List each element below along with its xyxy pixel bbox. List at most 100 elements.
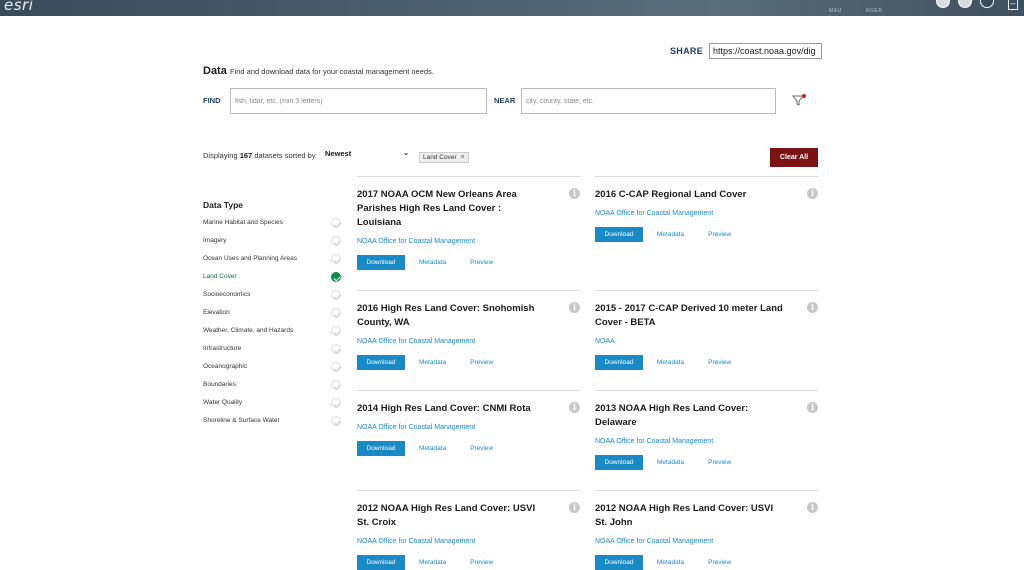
- home-icon[interactable]: [958, 0, 972, 8]
- active-filter-chip[interactable]: Land Cover ×: [419, 152, 469, 163]
- map-label: NGER: [866, 8, 883, 14]
- sidebar-item-ocean-uses[interactable]: Ocean Uses and Planning Areas: [203, 254, 343, 272]
- dataset-org-link[interactable]: NOAA Office for Coastal Management: [595, 538, 818, 545]
- divider: [595, 176, 818, 177]
- data-type-sidebar: Data Type Marine Habitat and Species Ima…: [203, 200, 343, 434]
- download-button[interactable]: Download: [357, 555, 405, 570]
- divider: [357, 290, 580, 291]
- sidebar-item-boundaries[interactable]: Boundaries: [203, 380, 343, 398]
- metadata-link[interactable]: Metadata: [419, 359, 446, 366]
- dataset-org-link[interactable]: NOAA Office for Coastal Management: [357, 538, 580, 545]
- info-icon[interactable]: i: [569, 188, 580, 199]
- dataset-title[interactable]: 2016 High Res Land Cover: Snohomish Coun…: [357, 302, 547, 330]
- dataset-title[interactable]: 2012 NOAA High Res Land Cover: USVI St. …: [595, 502, 785, 530]
- dataset-card: 2016 C-CAP Regional Land Cover i NOAA Of…: [595, 188, 818, 242]
- dataset-org-link[interactable]: NOAA Office for Coastal Management: [357, 338, 580, 345]
- info-icon[interactable]: i: [807, 302, 818, 313]
- preview-link[interactable]: Preview: [708, 359, 731, 366]
- globe-icon[interactable]: [936, 0, 950, 8]
- preview-link[interactable]: Preview: [470, 359, 493, 366]
- sidebar-item-elevation[interactable]: Elevation: [203, 308, 343, 326]
- dataset-card: 2017 NOAA OCM New Orleans Area Parishes …: [357, 188, 580, 270]
- dataset-title[interactable]: 2017 NOAA OCM New Orleans Area Parishes …: [357, 188, 547, 230]
- dataset-org-link[interactable]: NOAA: [595, 338, 818, 345]
- dataset-card: 2012 NOAA High Res Land Cover: USVI St. …: [357, 502, 580, 570]
- sidebar-item-weather[interactable]: Weather, Climate, and Hazards: [203, 326, 343, 344]
- sidebar-item-socioeconomics[interactable]: Socioeconomics: [203, 290, 343, 308]
- near-label: NEAR: [494, 96, 516, 105]
- page-subtitle: Find and download data for your coastal …: [230, 67, 434, 76]
- sidebar-item-water-quality[interactable]: Water Quality: [203, 398, 343, 416]
- sort-select[interactable]: Newest ⌄: [325, 149, 411, 161]
- clear-all-button[interactable]: Clear All: [770, 148, 818, 167]
- info-icon[interactable]: i: [569, 402, 580, 413]
- sidebar-item-marine-habitat[interactable]: Marine Habitat and Species: [203, 218, 343, 236]
- check-icon: [331, 290, 341, 300]
- dataset-title[interactable]: 2014 High Res Land Cover: CNMI Rota: [357, 402, 547, 416]
- metadata-link[interactable]: Metadata: [419, 259, 446, 266]
- metadata-link[interactable]: Metadata: [657, 231, 684, 238]
- download-button[interactable]: Download: [357, 355, 405, 370]
- info-icon[interactable]: i: [569, 502, 580, 513]
- dataset-org-link[interactable]: NOAA Office for Coastal Management: [357, 424, 580, 431]
- info-icon[interactable]: i: [807, 502, 818, 513]
- sidebar-item-infrastructure[interactable]: Infrastructure: [203, 344, 343, 362]
- metadata-link[interactable]: Metadata: [657, 459, 684, 466]
- chevron-down-icon: ⌄: [403, 150, 409, 157]
- esri-logo: esri: [4, 0, 34, 14]
- dataset-org-link[interactable]: NOAA Office for Coastal Management: [595, 438, 818, 445]
- metadata-link[interactable]: Metadata: [419, 559, 446, 566]
- locate-icon[interactable]: [980, 0, 994, 8]
- download-button[interactable]: Download: [357, 441, 405, 456]
- preview-link[interactable]: Preview: [470, 259, 493, 266]
- close-icon[interactable]: ×: [461, 154, 465, 161]
- results-count: 167: [239, 151, 253, 160]
- check-icon: [331, 380, 341, 390]
- filter-icon[interactable]: [792, 93, 806, 107]
- dataset-card: 2016 High Res Land Cover: Snohomish Coun…: [357, 302, 580, 370]
- download-button[interactable]: Download: [595, 455, 643, 470]
- preview-link[interactable]: Preview: [470, 445, 493, 452]
- preview-link[interactable]: Preview: [708, 559, 731, 566]
- dataset-title[interactable]: 2016 C-CAP Regional Land Cover: [595, 188, 785, 202]
- share-url-field[interactable]: https://coast.noaa.gov/dig: [709, 43, 823, 59]
- dataset-card: 2012 NOAA High Res Land Cover: USVI St. …: [595, 502, 818, 570]
- share-label: SHARE: [670, 46, 704, 56]
- download-button[interactable]: Download: [595, 227, 643, 242]
- divider: [357, 176, 580, 177]
- preview-link[interactable]: Preview: [470, 559, 493, 566]
- info-icon[interactable]: i: [807, 402, 818, 413]
- sidebar-item-imagery[interactable]: Imagery: [203, 236, 343, 254]
- preview-link[interactable]: Preview: [708, 459, 731, 466]
- metadata-link[interactable]: Metadata: [657, 359, 684, 366]
- check-icon: [331, 236, 341, 246]
- check-icon: [331, 398, 341, 408]
- collapse-icon[interactable]: –: [1008, 0, 1018, 10]
- find-input[interactable]: [230, 88, 487, 114]
- map-label: MAU: [829, 8, 842, 14]
- sidebar-item-land-cover[interactable]: Land Cover: [203, 272, 343, 290]
- sidebar-item-oceanographic[interactable]: Oceanographic: [203, 362, 343, 380]
- info-icon[interactable]: i: [807, 188, 818, 199]
- download-button[interactable]: Download: [357, 255, 405, 270]
- dataset-org-link[interactable]: NOAA Office for Coastal Management: [357, 238, 580, 245]
- dataset-title[interactable]: 2015 - 2017 C-CAP Derived 10 meter Land …: [595, 302, 785, 330]
- dataset-card: 2015 - 2017 C-CAP Derived 10 meter Land …: [595, 302, 818, 370]
- preview-link[interactable]: Preview: [708, 231, 731, 238]
- divider: [595, 390, 818, 391]
- info-icon[interactable]: i: [569, 302, 580, 313]
- dataset-org-link[interactable]: NOAA Office for Coastal Management: [595, 210, 818, 217]
- page-title: Data: [203, 65, 227, 77]
- metadata-link[interactable]: Metadata: [657, 559, 684, 566]
- sidebar-item-shoreline[interactable]: Shoreline & Surface Water: [203, 416, 343, 434]
- download-button[interactable]: Download: [595, 555, 643, 570]
- download-button[interactable]: Download: [595, 355, 643, 370]
- metadata-link[interactable]: Metadata: [419, 445, 446, 452]
- dataset-title[interactable]: 2012 NOAA High Res Land Cover: USVI St. …: [357, 502, 547, 530]
- sidebar-title: Data Type: [203, 200, 243, 210]
- find-label: FIND: [203, 96, 221, 105]
- dataset-card: 2014 High Res Land Cover: CNMI Rota i NO…: [357, 402, 580, 456]
- dataset-title[interactable]: 2013 NOAA High Res Land Cover: Delaware: [595, 402, 785, 430]
- divider: [595, 490, 818, 491]
- near-input[interactable]: [521, 88, 776, 114]
